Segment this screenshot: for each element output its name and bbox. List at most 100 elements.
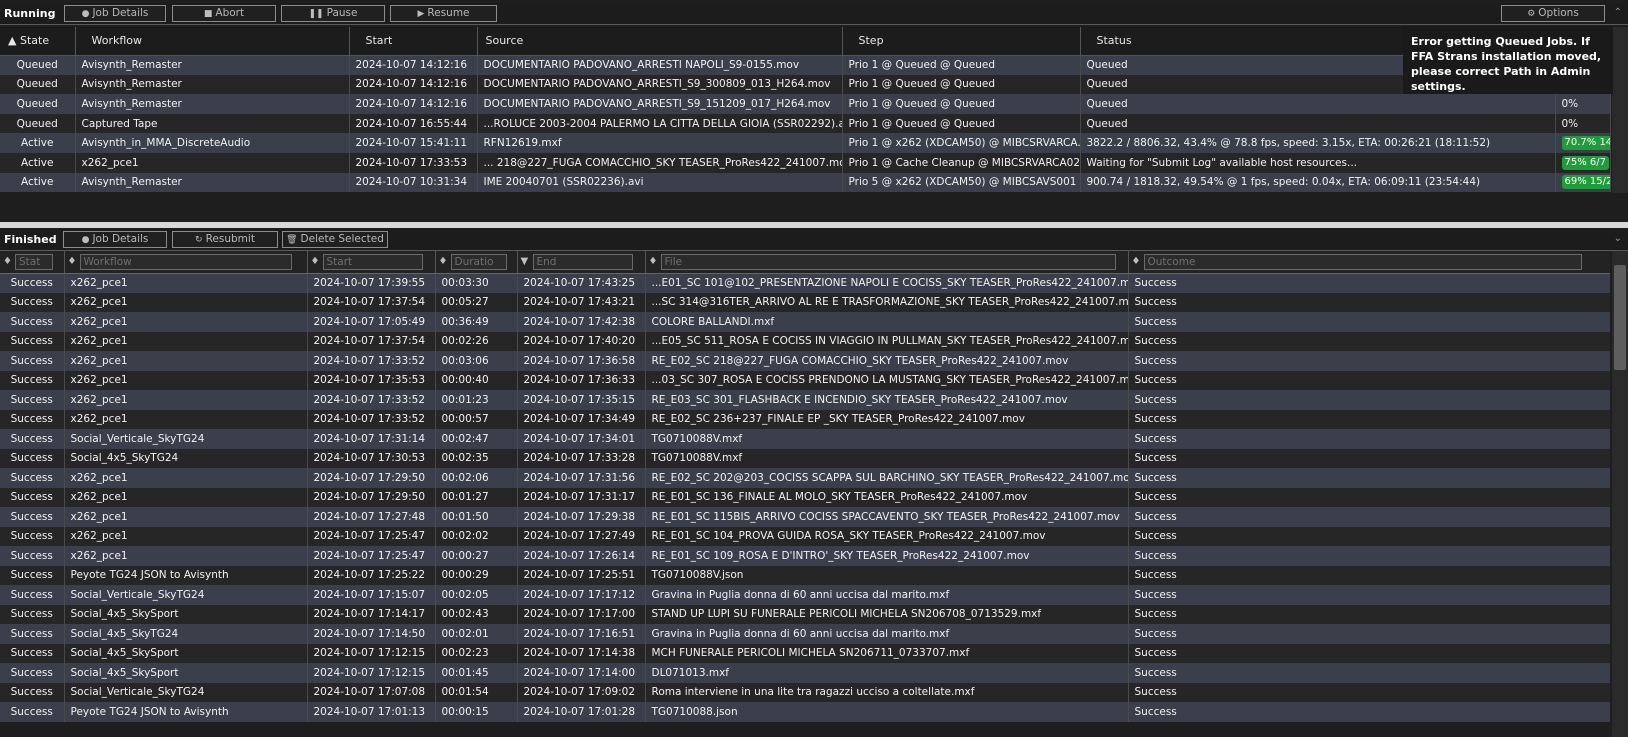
finished-row[interactable]: Success x262_pce1 2024-10-07 17:37:54 00:02… [0, 331, 1610, 351]
pause-icon: ❚❚ [308, 9, 324, 19]
cell-start: 2024-10-07 17:15:07 [307, 585, 436, 605]
cell-workflow: x262_pce1 [75, 152, 350, 173]
running-row[interactable]: Queued Captured Tape 2024-10-07 16:55:44..… [0, 113, 1611, 134]
finished-row[interactable]: Success Social_4x5_SkySport 2024-10-07 17:… [0, 643, 1610, 663]
filter-end[interactable]: End [532, 253, 633, 270]
sort-icon[interactable]: ♦ [1132, 256, 1141, 267]
running-row[interactable]: Active x262_pce1 2024-10-07 17:33:53... 21… [0, 152, 1611, 173]
job-details-button[interactable]: ● Job Details [64, 5, 166, 22]
finished-row[interactable]: Success x262_pce1 2024-10-07 17:33:52 00:03… [0, 351, 1610, 371]
col-duration[interactable]: ♦ Duratio [435, 251, 518, 274]
cell-end: 2024-10-07 17:31:56 [517, 468, 646, 488]
finished-row[interactable]: Success x262_pce1 2024-10-07 17:37:54 00:05… [0, 292, 1610, 312]
cell-duration: 00:02:05 [435, 585, 518, 605]
finished-row[interactable]: Success Peyote TG24 JSON to Avisynth 2024-… [0, 565, 1610, 585]
sort-icon[interactable]: ♦ [649, 256, 658, 267]
finished-scrollbar[interactable] [1612, 251, 1628, 737]
running-scrollbar[interactable] [1612, 27, 1628, 193]
finished-row[interactable]: Success x262_pce1 2024-10-07 17:25:47 00:02… [0, 526, 1610, 546]
cell-workflow: x262_pce1 [64, 292, 308, 312]
finished-row[interactable]: Success x262_pce1 2024-10-07 17:35:53 00:00… [0, 370, 1610, 390]
finished-job-details-button[interactable]: ● Job Details [63, 231, 167, 248]
cell-state: Success [0, 507, 65, 527]
finished-row[interactable]: Success Social_4x5_SkySport 2024-10-07 17:… [0, 663, 1610, 683]
sort-icon[interactable]: ♦ [3, 256, 12, 267]
cell-workflow: Avisynth_Remaster [75, 172, 350, 193]
running-row[interactable]: Queued Avisynth_Remaster 2024-10-07 14:12:… [0, 74, 1611, 95]
filter-duration[interactable]: Duratio [450, 253, 507, 270]
delete-selected-button[interactable]: 🗑 Delete Selected [282, 231, 388, 248]
cell-start: 2024-10-07 17:12:15 [307, 643, 436, 663]
col-step[interactable]: Step [842, 27, 1081, 56]
cell-progress: 0% [1555, 113, 1611, 134]
filter-start[interactable]: Start [322, 253, 423, 270]
filter-file[interactable]: File [660, 253, 1116, 270]
running-row[interactable]: Queued Avisynth_Remaster 2024-10-07 14:12:… [0, 55, 1611, 75]
finished-row[interactable]: Success Social_4x5_SkyTG24 2024-10-07 17:3… [0, 448, 1610, 468]
cell-duration: 00:36:49 [435, 312, 518, 332]
sort-icon[interactable]: ♦ [311, 256, 320, 267]
cell-state: Success [0, 292, 65, 312]
finished-row[interactable]: Success x262_pce1 2024-10-07 17:33:52 00:00… [0, 409, 1610, 429]
filter-stat[interactable]: Stat [15, 253, 53, 270]
info-icon: ● [81, 9, 90, 19]
cell-outcome: Success [1128, 351, 1610, 371]
finished-row[interactable]: Success x262_pce1 2024-10-07 17:25:47 00:00… [0, 546, 1610, 566]
pause-button[interactable]: ❚❚ Pause [281, 5, 385, 22]
col-state[interactable]: ▲ State [0, 27, 76, 56]
finished-row[interactable]: Success x262_pce1 2024-10-07 17:29:50 00:02… [0, 468, 1610, 488]
finished-row[interactable]: Success Peyote TG24 JSON to Avisynth 2024-… [0, 702, 1610, 722]
running-row[interactable]: Active Avisynth_Remaster 2024-10-07 10:31:… [0, 172, 1611, 193]
resubmit-button[interactable]: ↻ Resubmit [172, 231, 278, 248]
cell-duration: 00:01:54 [435, 682, 518, 702]
finished-row[interactable]: Success Social_Verticale_SkyTG24 2024-10-0… [0, 682, 1610, 702]
running-row[interactable]: Queued Avisynth_Remaster 2024-10-07 14:12:… [0, 94, 1611, 114]
finished-row[interactable]: Success Social_4x5_SkySport 2024-10-07 17:… [0, 604, 1610, 624]
collapse-chevron-up-icon[interactable]: ⌃ [1614, 7, 1622, 18]
panel-splitter[interactable] [0, 222, 1628, 228]
cell-outcome: Success [1128, 643, 1610, 663]
col-outcome[interactable]: ♦ Outcome [1128, 251, 1610, 274]
finished-row[interactable]: Success Social_4x5_SkyTG24 2024-10-07 17:1… [0, 624, 1610, 644]
cell-file: RE_E03_SC 301_FLASHBACK E INCENDIO_SKY T… [645, 390, 1129, 410]
sort-icon[interactable]: ♦ [68, 256, 77, 267]
cell-source: RFN12619.mxf [477, 133, 843, 153]
cell-end: 2024-10-07 17:35:15 [517, 390, 646, 410]
col-start[interactable]: ♦ Start [307, 251, 436, 274]
col-file[interactable]: ♦ File [645, 251, 1129, 274]
col-end[interactable]: ▼ End [517, 251, 646, 274]
running-header-row: ▲ State Workflow Start Source Step Statu… [0, 27, 1611, 56]
cell-state: Active [0, 152, 76, 173]
resume-button[interactable]: ▶ Resume [390, 5, 497, 22]
progress-bar: 69% 15/21 [1561, 175, 1609, 190]
sort-asc-icon: ▲ [8, 34, 20, 48]
col-start[interactable]: Start [349, 27, 478, 56]
sort-desc-icon[interactable]: ▼ [521, 256, 530, 267]
finished-row[interactable]: Success x262_pce1 2024-10-07 17:27:48 00:01… [0, 507, 1610, 527]
cell-state: Success [0, 390, 65, 410]
running-row[interactable]: Active Avisynth_in_MMA_DiscreteAudio 2024-… [0, 133, 1611, 153]
filter-workflow[interactable]: Workflow [79, 253, 292, 270]
cell-duration: 00:03:06 [435, 351, 518, 371]
cell-outcome: Success [1128, 312, 1610, 332]
cell-start: 2024-10-07 15:41:11 [349, 133, 478, 153]
col-stat[interactable]: ♦ Stat [0, 251, 65, 274]
sort-icon[interactable]: ♦ [439, 256, 448, 267]
finished-row[interactable]: Success x262_pce1 2024-10-07 17:29:50 00:01… [0, 487, 1610, 507]
cell-end: 2024-10-07 17:01:28 [517, 702, 646, 722]
options-button[interactable]: ⚙ Options [1501, 5, 1605, 22]
finished-row[interactable]: Success x262_pce1 2024-10-07 17:33:52 00:01… [0, 390, 1610, 410]
finished-row[interactable]: Success Social_Verticale_SkyTG24 2024-10-0… [0, 429, 1610, 449]
cell-outcome: Success [1128, 487, 1610, 507]
finished-scrollbar-thumb[interactable] [1614, 265, 1626, 370]
filter-outcome[interactable]: Outcome [1143, 253, 1582, 270]
col-workflow[interactable]: Workflow [75, 27, 350, 56]
abort-button[interactable]: ■ Abort [172, 5, 276, 22]
col-workflow[interactable]: ♦ Workflow [64, 251, 308, 274]
finished-row[interactable]: Success Social_Verticale_SkyTG24 2024-10-0… [0, 585, 1610, 605]
cell-duration: 00:00:15 [435, 702, 518, 722]
finished-row[interactable]: Success x262_pce1 2024-10-07 17:05:49 00:36… [0, 312, 1610, 332]
collapse-chevron-down-icon[interactable]: ⌄ [1614, 233, 1622, 244]
finished-row[interactable]: Success x262_pce1 2024-10-07 17:39:55 00:03… [0, 273, 1610, 293]
col-source[interactable]: Source [477, 27, 843, 56]
